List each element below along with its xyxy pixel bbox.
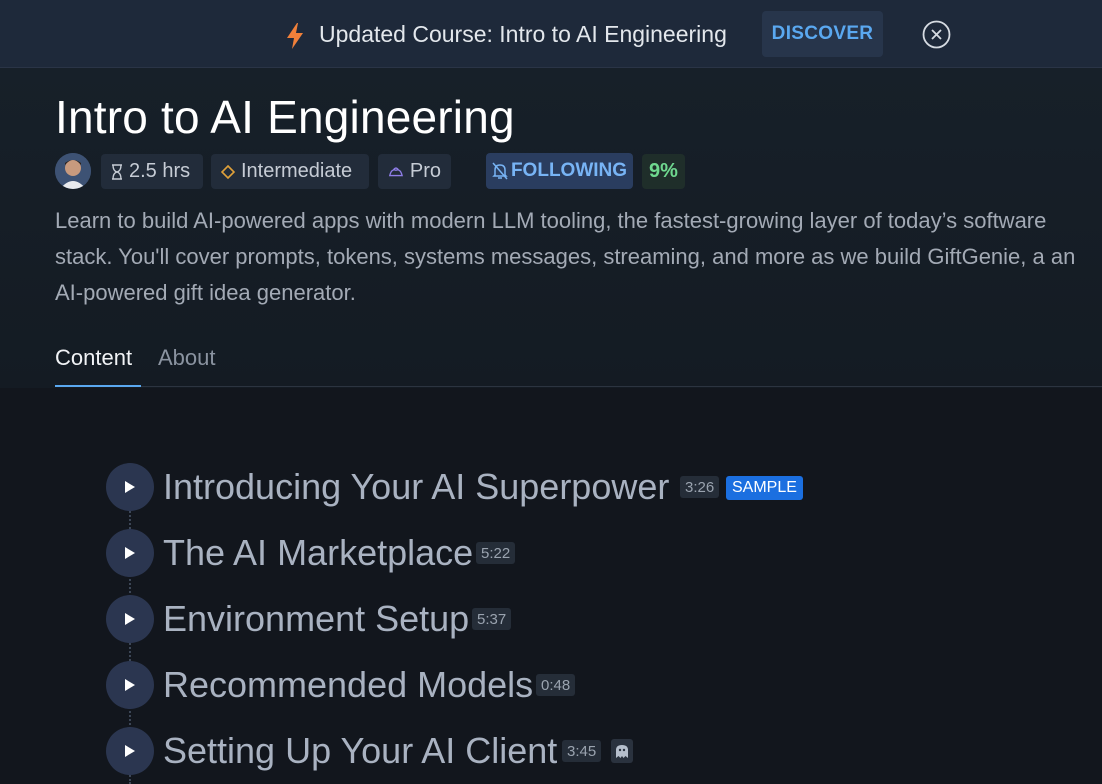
progress-badge: 9%	[642, 154, 685, 189]
play-icon	[125, 547, 135, 559]
avatar[interactable]	[55, 153, 91, 189]
lesson-duration: 5:37	[472, 608, 512, 630]
duration-text: 2.5 hrs	[129, 160, 191, 182]
level-chip: Intermediate	[211, 154, 369, 189]
course-title: Intro to AI Engineering	[55, 91, 515, 143]
play-icon	[125, 745, 135, 757]
play-button[interactable]	[106, 529, 154, 577]
lesson-list	[0, 388, 1102, 784]
play-icon	[125, 613, 135, 625]
play-button[interactable]	[106, 463, 154, 511]
lesson-duration: 5:22	[476, 542, 516, 564]
sample-badge: SAMPLE	[726, 476, 803, 500]
tabs-divider	[55, 386, 1102, 387]
close-icon[interactable]	[922, 20, 951, 49]
course-description: Learn to build AI-powered apps with mode…	[55, 208, 1076, 305]
banner-message: Updated Course: Intro to AI Engineering	[319, 21, 727, 47]
lesson-title[interactable]: Introducing Your AI Superpower	[163, 466, 669, 508]
play-icon	[125, 481, 135, 493]
play-button[interactable]	[106, 595, 154, 643]
discover-button[interactable]: DISCOVER	[762, 11, 883, 57]
lesson-duration: 3:26	[680, 476, 720, 498]
duration-chip: 2.5 hrs	[101, 154, 203, 189]
tab-content[interactable]: Content	[55, 345, 132, 371]
following-label: FOLLOWING	[510, 160, 628, 181]
tab-about[interactable]: About	[158, 345, 216, 371]
pro-icon	[388, 166, 403, 176]
tier-chip: Pro	[378, 154, 451, 189]
lesson-duration: 3:45	[562, 740, 602, 762]
diamond-icon	[221, 164, 235, 179]
lesson-title[interactable]: Setting Up Your AI Client	[163, 730, 557, 772]
active-tab-indicator	[55, 385, 141, 387]
lightning-bolt-icon	[287, 23, 303, 49]
bell-off-icon	[492, 162, 508, 180]
play-icon	[125, 679, 135, 691]
lesson-duration: 0:48	[536, 674, 576, 696]
lesson-title[interactable]: The AI Marketplace	[163, 532, 473, 574]
following-button[interactable]: FOLLOWING	[486, 153, 633, 189]
announcement-banner: Updated Course: Intro to AI Engineering …	[0, 0, 1102, 68]
play-button[interactable]	[106, 727, 154, 775]
hourglass-icon	[112, 163, 122, 180]
lesson-title[interactable]: Environment Setup	[163, 598, 469, 640]
lesson-title[interactable]: Recommended Models	[163, 664, 533, 706]
ghost-icon	[611, 739, 633, 763]
level-text: Intermediate	[241, 160, 353, 182]
play-button[interactable]	[106, 661, 154, 709]
tier-text: Pro	[409, 160, 441, 182]
